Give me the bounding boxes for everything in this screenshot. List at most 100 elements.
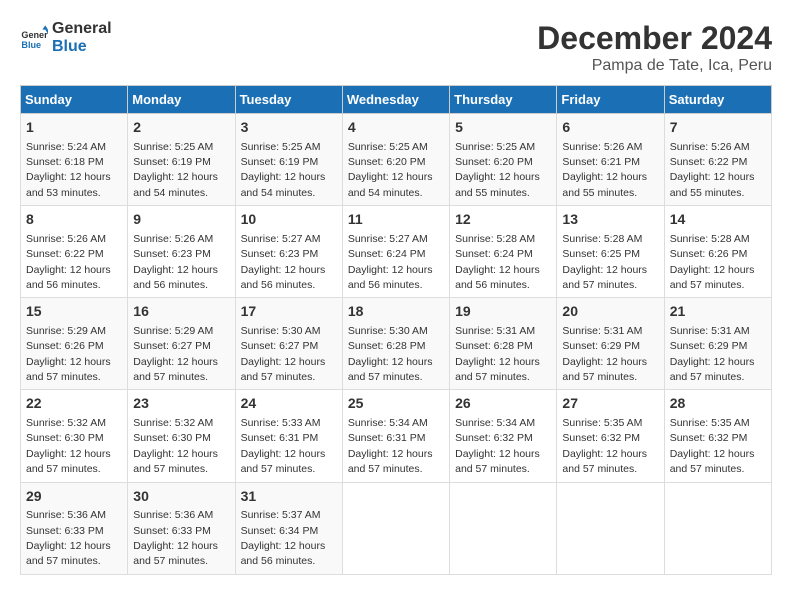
daylight-text: Daylight: 12 hours and 57 minutes.	[562, 264, 647, 291]
sunrise-text: Sunrise: 5:33 AM	[241, 417, 321, 429]
location: Pampa de Tate, Ica, Peru	[537, 57, 772, 75]
daylight-text: Daylight: 12 hours and 55 minutes.	[562, 171, 647, 198]
daylight-text: Daylight: 12 hours and 57 minutes.	[133, 540, 218, 567]
sunrise-text: Sunrise: 5:32 AM	[26, 417, 106, 429]
sunset-text: Sunset: 6:23 PM	[133, 248, 211, 260]
calendar-body: 1 Sunrise: 5:24 AM Sunset: 6:18 PM Dayli…	[21, 114, 772, 575]
day-number: 8	[26, 210, 122, 230]
daylight-text: Daylight: 12 hours and 56 minutes.	[455, 264, 540, 291]
sunset-text: Sunset: 6:33 PM	[133, 525, 211, 537]
sunrise-text: Sunrise: 5:35 AM	[562, 417, 642, 429]
day-number: 23	[133, 394, 229, 414]
daylight-text: Daylight: 12 hours and 56 minutes.	[133, 264, 218, 291]
calendar-cell: 1 Sunrise: 5:24 AM Sunset: 6:18 PM Dayli…	[21, 114, 128, 206]
calendar-week-5: 29 Sunrise: 5:36 AM Sunset: 6:33 PM Dayl…	[21, 482, 772, 574]
sunrise-text: Sunrise: 5:28 AM	[562, 233, 642, 245]
calendar-cell: 9 Sunrise: 5:26 AM Sunset: 6:23 PM Dayli…	[128, 206, 235, 298]
day-number: 17	[241, 302, 337, 322]
sunset-text: Sunset: 6:31 PM	[241, 432, 319, 444]
daylight-text: Daylight: 12 hours and 55 minutes.	[670, 171, 755, 198]
daylight-text: Daylight: 12 hours and 57 minutes.	[670, 448, 755, 475]
daylight-text: Daylight: 12 hours and 57 minutes.	[455, 356, 540, 383]
calendar-cell: 30 Sunrise: 5:36 AM Sunset: 6:33 PM Dayl…	[128, 482, 235, 574]
day-number: 31	[241, 487, 337, 507]
logo-line2: Blue	[52, 38, 112, 56]
calendar-cell: 2 Sunrise: 5:25 AM Sunset: 6:19 PM Dayli…	[128, 114, 235, 206]
sunset-text: Sunset: 6:18 PM	[26, 156, 104, 168]
daylight-text: Daylight: 12 hours and 57 minutes.	[562, 356, 647, 383]
daylight-text: Daylight: 12 hours and 57 minutes.	[670, 356, 755, 383]
month-title: December 2024	[537, 20, 772, 57]
sunset-text: Sunset: 6:24 PM	[455, 248, 533, 260]
day-number: 5	[455, 118, 551, 138]
sunrise-text: Sunrise: 5:34 AM	[455, 417, 535, 429]
sunrise-text: Sunrise: 5:25 AM	[455, 141, 535, 153]
calendar-cell: 24 Sunrise: 5:33 AM Sunset: 6:31 PM Dayl…	[235, 390, 342, 482]
sunset-text: Sunset: 6:25 PM	[562, 248, 640, 260]
weekday-header-saturday: Saturday	[664, 86, 771, 114]
sunrise-text: Sunrise: 5:26 AM	[670, 141, 750, 153]
weekday-header-row: SundayMondayTuesdayWednesdayThursdayFrid…	[21, 86, 772, 114]
sunset-text: Sunset: 6:28 PM	[455, 340, 533, 352]
sunset-text: Sunset: 6:28 PM	[348, 340, 426, 352]
sunset-text: Sunset: 6:30 PM	[26, 432, 104, 444]
calendar-cell	[557, 482, 664, 574]
calendar-cell: 11 Sunrise: 5:27 AM Sunset: 6:24 PM Dayl…	[342, 206, 449, 298]
daylight-text: Daylight: 12 hours and 57 minutes.	[348, 356, 433, 383]
day-number: 29	[26, 487, 122, 507]
sunrise-text: Sunrise: 5:27 AM	[348, 233, 428, 245]
sunset-text: Sunset: 6:32 PM	[562, 432, 640, 444]
calendar-cell	[450, 482, 557, 574]
calendar-cell: 14 Sunrise: 5:28 AM Sunset: 6:26 PM Dayl…	[664, 206, 771, 298]
sunset-text: Sunset: 6:27 PM	[241, 340, 319, 352]
calendar-cell: 25 Sunrise: 5:34 AM Sunset: 6:31 PM Dayl…	[342, 390, 449, 482]
daylight-text: Daylight: 12 hours and 57 minutes.	[133, 448, 218, 475]
day-number: 25	[348, 394, 444, 414]
day-number: 7	[670, 118, 766, 138]
calendar-cell: 26 Sunrise: 5:34 AM Sunset: 6:32 PM Dayl…	[450, 390, 557, 482]
sunset-text: Sunset: 6:26 PM	[670, 248, 748, 260]
logo-line1: General	[52, 20, 112, 38]
day-number: 16	[133, 302, 229, 322]
calendar-cell: 31 Sunrise: 5:37 AM Sunset: 6:34 PM Dayl…	[235, 482, 342, 574]
sunset-text: Sunset: 6:23 PM	[241, 248, 319, 260]
sunrise-text: Sunrise: 5:31 AM	[562, 325, 642, 337]
daylight-text: Daylight: 12 hours and 55 minutes.	[455, 171, 540, 198]
sunrise-text: Sunrise: 5:27 AM	[241, 233, 321, 245]
sunrise-text: Sunrise: 5:31 AM	[670, 325, 750, 337]
sunset-text: Sunset: 6:29 PM	[562, 340, 640, 352]
daylight-text: Daylight: 12 hours and 57 minutes.	[26, 356, 111, 383]
daylight-text: Daylight: 12 hours and 56 minutes.	[348, 264, 433, 291]
sunset-text: Sunset: 6:31 PM	[348, 432, 426, 444]
daylight-text: Daylight: 12 hours and 57 minutes.	[241, 448, 326, 475]
svg-text:Blue: Blue	[21, 40, 41, 50]
sunset-text: Sunset: 6:33 PM	[26, 525, 104, 537]
daylight-text: Daylight: 12 hours and 56 minutes.	[26, 264, 111, 291]
weekday-header-tuesday: Tuesday	[235, 86, 342, 114]
calendar-cell: 13 Sunrise: 5:28 AM Sunset: 6:25 PM Dayl…	[557, 206, 664, 298]
calendar-cell: 15 Sunrise: 5:29 AM Sunset: 6:26 PM Dayl…	[21, 298, 128, 390]
calendar-week-1: 1 Sunrise: 5:24 AM Sunset: 6:18 PM Dayli…	[21, 114, 772, 206]
sunset-text: Sunset: 6:29 PM	[670, 340, 748, 352]
calendar-cell: 6 Sunrise: 5:26 AM Sunset: 6:21 PM Dayli…	[557, 114, 664, 206]
sunset-text: Sunset: 6:27 PM	[133, 340, 211, 352]
day-number: 11	[348, 210, 444, 230]
calendar-cell: 7 Sunrise: 5:26 AM Sunset: 6:22 PM Dayli…	[664, 114, 771, 206]
day-number: 14	[670, 210, 766, 230]
day-number: 30	[133, 487, 229, 507]
weekday-header-wednesday: Wednesday	[342, 86, 449, 114]
calendar-cell	[342, 482, 449, 574]
daylight-text: Daylight: 12 hours and 57 minutes.	[133, 356, 218, 383]
day-number: 2	[133, 118, 229, 138]
sunset-text: Sunset: 6:22 PM	[670, 156, 748, 168]
sunset-text: Sunset: 6:34 PM	[241, 525, 319, 537]
day-number: 19	[455, 302, 551, 322]
calendar-cell: 10 Sunrise: 5:27 AM Sunset: 6:23 PM Dayl…	[235, 206, 342, 298]
sunrise-text: Sunrise: 5:26 AM	[562, 141, 642, 153]
calendar-cell: 3 Sunrise: 5:25 AM Sunset: 6:19 PM Dayli…	[235, 114, 342, 206]
day-number: 22	[26, 394, 122, 414]
day-number: 26	[455, 394, 551, 414]
day-number: 1	[26, 118, 122, 138]
sunrise-text: Sunrise: 5:30 AM	[348, 325, 428, 337]
day-number: 13	[562, 210, 658, 230]
